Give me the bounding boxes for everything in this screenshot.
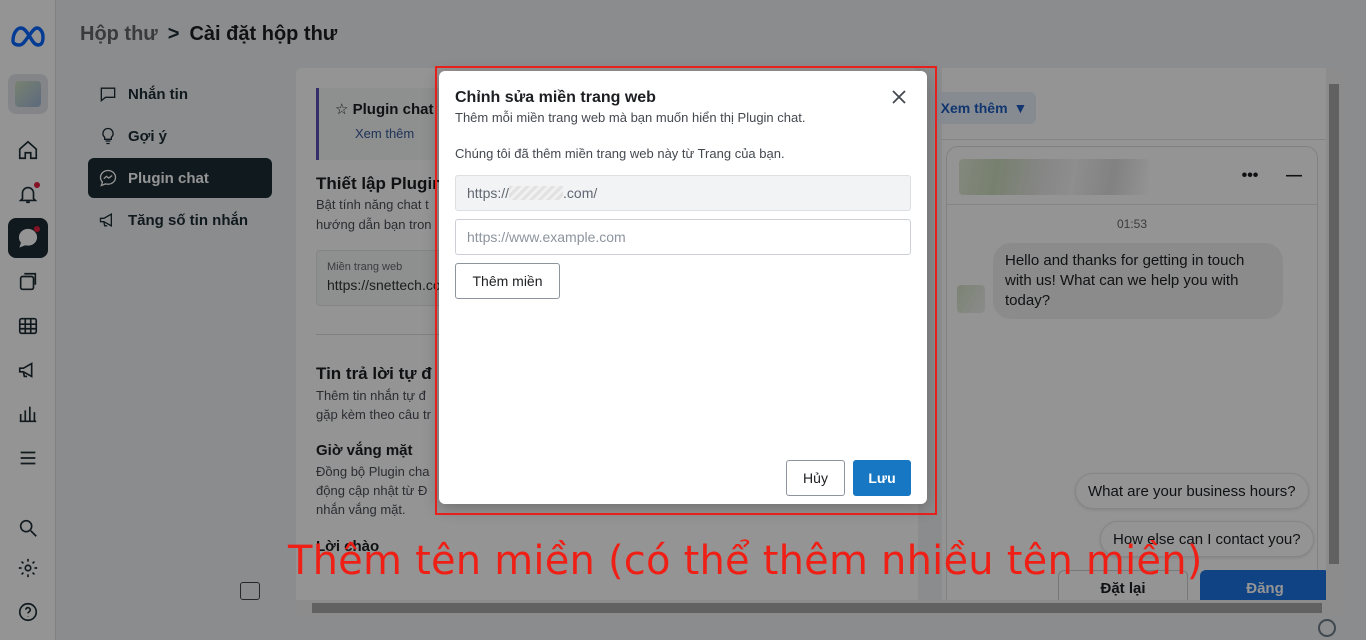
annotation-highlight-box [435, 66, 937, 515]
annotation-caption: Thêm tên miền (có thể thêm nhiều tên miề… [288, 538, 1203, 584]
